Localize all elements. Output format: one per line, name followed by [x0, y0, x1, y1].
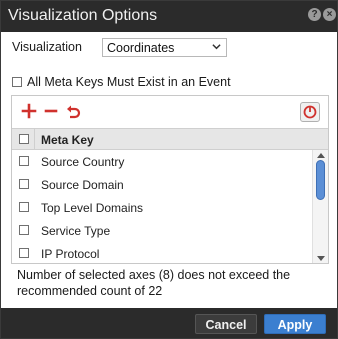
select-all-checkbox[interactable]: [19, 134, 29, 144]
close-icon[interactable]: ×: [323, 8, 336, 21]
reset-icon[interactable]: [300, 102, 320, 122]
row-label: Source Country: [41, 155, 125, 169]
undo-icon[interactable]: [64, 102, 82, 120]
visualization-label: Visualization: [12, 40, 82, 54]
chevron-down-icon: [212, 44, 221, 50]
row-checkbox[interactable]: [19, 225, 29, 235]
meta-key-toolbar: [12, 96, 328, 128]
row-checkbox[interactable]: [19, 156, 29, 166]
dialog-title: Visualization Options: [8, 7, 158, 24]
visualization-options-dialog: Visualization Options ? × Visualization …: [0, 0, 338, 339]
row-checkbox[interactable]: [19, 202, 29, 212]
table-row[interactable]: Source Country: [12, 150, 312, 173]
row-label: Top Level Domains: [41, 201, 144, 215]
grid-header: Meta Key: [12, 128, 328, 150]
apply-button[interactable]: Apply: [264, 314, 326, 334]
visualization-select-value: Coordinates: [107, 41, 175, 55]
scroll-up-icon[interactable]: [317, 153, 325, 158]
meta-key-list: Source Country Source Domain Top Level D…: [12, 150, 312, 263]
scroll-thumb[interactable]: [316, 160, 325, 200]
table-row[interactable]: Service Type: [12, 219, 312, 242]
table-row[interactable]: Top Level Domains: [12, 196, 312, 219]
plus-icon[interactable]: [20, 102, 38, 120]
header-divider: [34, 129, 35, 149]
all-meta-keys-checkbox[interactable]: [12, 77, 22, 87]
scroll-down-icon[interactable]: [317, 256, 325, 261]
row-label: Source Domain: [41, 178, 124, 192]
meta-key-panel: Meta Key Source Country Source Domain To…: [11, 95, 329, 264]
row-label: IP Protocol: [41, 247, 100, 261]
list-scrollbar[interactable]: [312, 150, 328, 263]
row-checkbox[interactable]: [19, 248, 29, 258]
visualization-select[interactable]: Coordinates: [102, 38, 227, 57]
table-row[interactable]: Source Domain: [12, 173, 312, 196]
row-label: Service Type: [41, 224, 111, 238]
cancel-button[interactable]: Cancel: [195, 314, 257, 334]
meta-key-column-header: Meta Key: [41, 133, 94, 147]
table-row[interactable]: IP Protocol: [12, 242, 312, 263]
minus-icon[interactable]: [42, 102, 60, 120]
all-meta-keys-label: All Meta Keys Must Exist in an Event: [27, 75, 231, 89]
dialog-titlebar: Visualization Options ? ×: [1, 1, 337, 32]
axes-count-message: Number of selected axes (8) does not exc…: [17, 268, 291, 298]
row-checkbox[interactable]: [19, 179, 29, 189]
dialog-footer: Cancel Apply: [1, 308, 337, 338]
help-icon[interactable]: ?: [308, 8, 321, 21]
